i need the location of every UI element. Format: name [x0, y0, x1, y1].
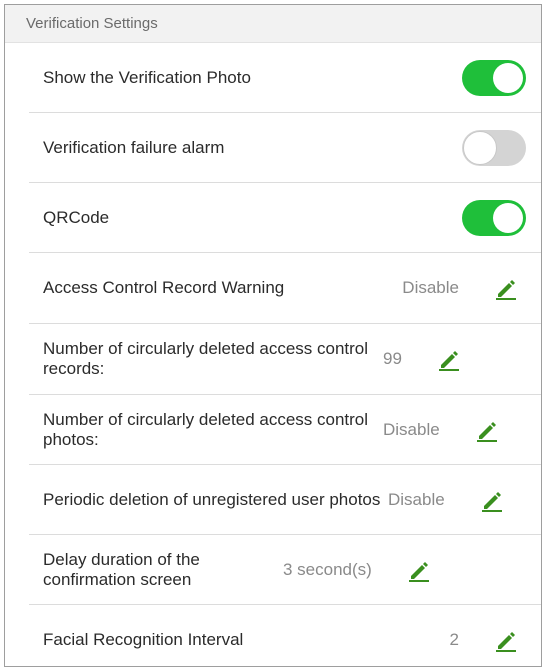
setting-row-periodic-deletion[interactable]: Periodic deletion of unregistered user p… — [29, 465, 541, 535]
setting-label: Number of circularly deleted access cont… — [43, 409, 369, 449]
setting-value: 3 second(s) — [283, 559, 372, 579]
section-title: Verification Settings — [26, 15, 158, 32]
setting-row-delay-duration[interactable]: Delay duration of the confirmation scree… — [29, 535, 541, 605]
settings-panel: Verification Settings Show the Verificat… — [4, 4, 542, 667]
toggle-knob — [493, 202, 523, 233]
edit-icon[interactable] — [436, 346, 462, 372]
setting-row-facial-recognition-interval[interactable]: Facial Recognition Interval 2 — [29, 605, 541, 666]
setting-value: 2 — [449, 630, 459, 649]
setting-label: Verification failure alarm — [43, 137, 225, 157]
edit-icon[interactable] — [479, 487, 505, 513]
edit-icon[interactable] — [493, 275, 519, 301]
setting-label: Number of circularly deleted access cont… — [43, 339, 369, 378]
setting-row-access-control-record-warning[interactable]: Access Control Record Warning Disable — [29, 253, 541, 324]
setting-row-show-verification-photo: Show the Verification Photo — [29, 43, 541, 113]
section-header: Verification Settings — [5, 5, 541, 43]
toggle-knob — [463, 130, 497, 165]
edit-icon[interactable] — [406, 557, 432, 583]
qrcode-toggle[interactable] — [462, 199, 526, 236]
setting-row-circular-delete-photos[interactable]: Number of circularly deleted access cont… — [29, 395, 541, 465]
setting-value: 99 — [383, 349, 402, 368]
setting-label: Show the Verification Photo — [43, 67, 251, 87]
edit-icon[interactable] — [493, 627, 519, 653]
setting-value: Disable — [383, 419, 440, 439]
setting-label: QRCode — [43, 207, 110, 227]
setting-label: Access Control Record Warning — [43, 278, 285, 297]
setting-value: Disable — [402, 278, 459, 297]
edit-icon[interactable] — [474, 417, 500, 443]
setting-label: Periodic deletion of unregistered user p… — [43, 489, 381, 509]
toggle-knob — [493, 62, 523, 93]
verification-failure-alarm-toggle[interactable] — [462, 129, 526, 166]
setting-row-circular-delete-records[interactable]: Number of circularly deleted access cont… — [29, 324, 541, 395]
setting-value: Disable — [388, 489, 445, 509]
setting-row-qrcode: QRCode — [29, 183, 541, 253]
setting-label: Delay duration of the confirmation scree… — [43, 549, 200, 589]
setting-label: Facial Recognition Interval — [43, 630, 244, 649]
show-verification-photo-toggle[interactable] — [462, 59, 526, 96]
setting-row-verification-failure-alarm: Verification failure alarm — [29, 113, 541, 183]
